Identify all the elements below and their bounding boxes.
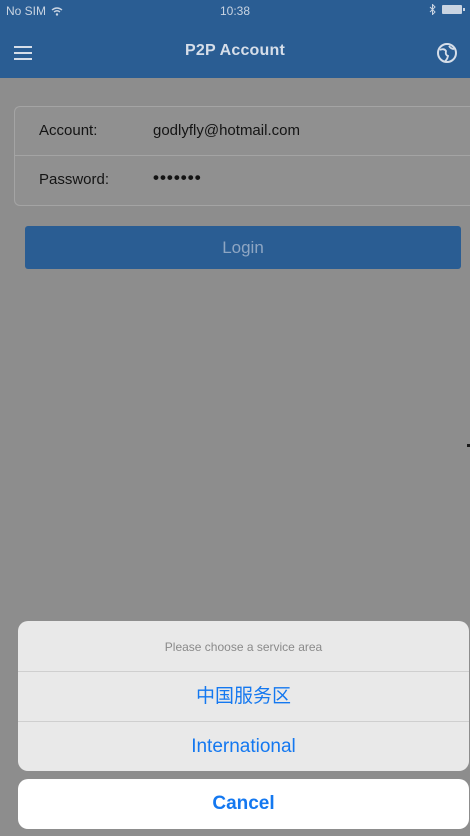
- option-international[interactable]: International: [18, 721, 469, 771]
- password-input[interactable]: •••••••: [153, 168, 202, 188]
- status-right: [429, 4, 465, 15]
- password-row: Password: •••••••: [15, 156, 470, 204]
- account-row: Account: godlyfly@hotmail.com: [15, 107, 470, 156]
- account-input[interactable]: godlyfly@hotmail.com: [153, 122, 300, 139]
- bluetooth-icon: [429, 4, 436, 15]
- battery-icon: [442, 5, 465, 14]
- cancel-button[interactable]: Cancel: [18, 779, 469, 829]
- login-form: Account: godlyfly@hotmail.com Password: …: [14, 106, 470, 206]
- nav-bar: P2P Account: [0, 22, 470, 78]
- clock: 10:38: [219, 4, 251, 18]
- login-button[interactable]: Login: [25, 226, 461, 269]
- option-china-service-area[interactable]: 中国服务区: [18, 671, 469, 721]
- password-label: Password:: [39, 171, 110, 188]
- service-area-sheet: Please choose a service area 中国服务区 Inter…: [18, 621, 469, 771]
- account-label: Account:: [39, 122, 98, 139]
- status-bar: No SIM 10:38: [0, 0, 470, 22]
- sheet-title: Please choose a service area: [164, 640, 323, 654]
- page-title: P2P Account: [184, 42, 285, 59]
- globe-icon[interactable]: [436, 42, 458, 64]
